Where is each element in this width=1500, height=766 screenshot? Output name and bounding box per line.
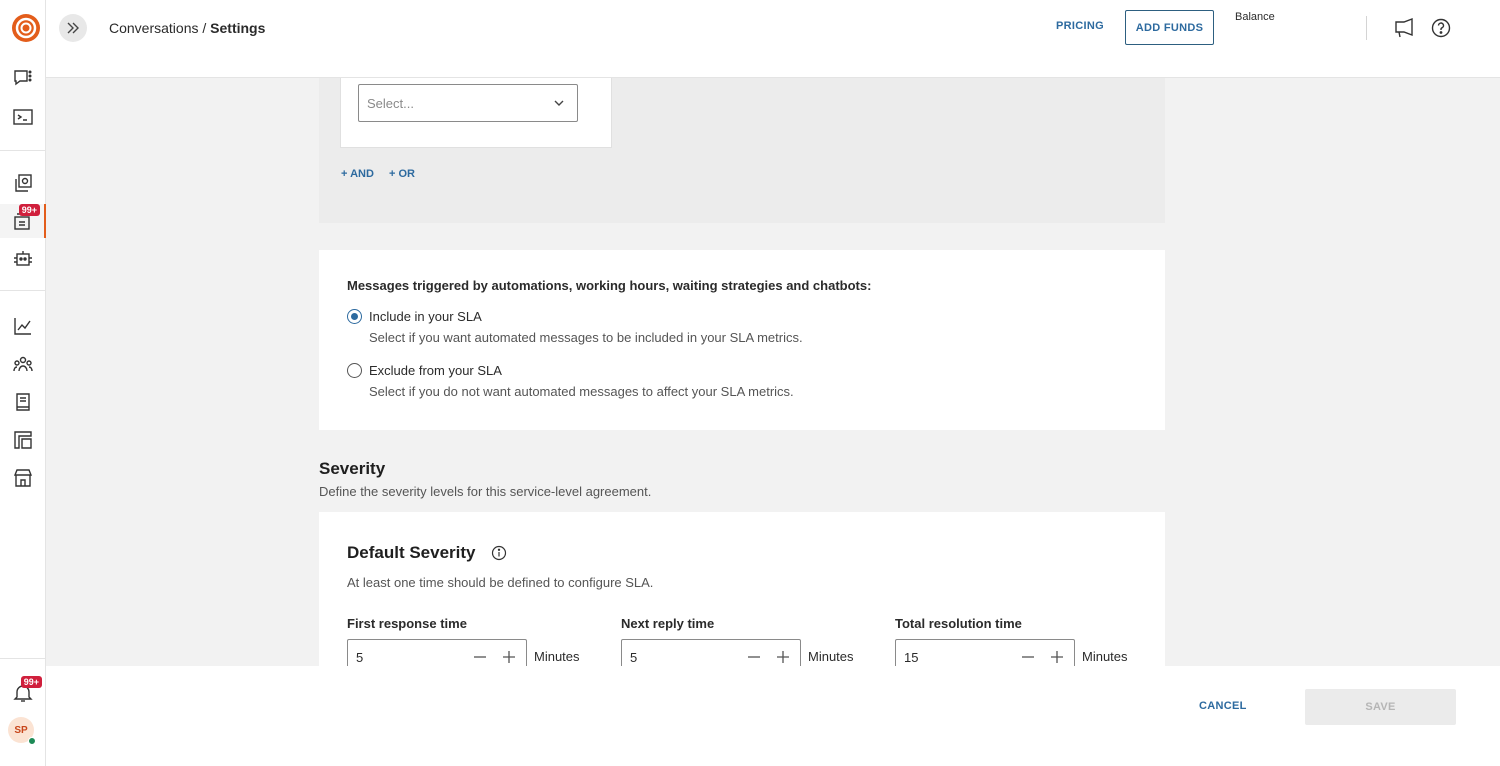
- rail-divider: [0, 290, 46, 291]
- nav-inbox-icon[interactable]: 99+: [0, 204, 46, 238]
- inbox-count-badge: 99+: [18, 204, 40, 216]
- rail-divider: [0, 150, 46, 151]
- next-reply-time-stepper[interactable]: 5: [621, 639, 801, 666]
- condition-value-select[interactable]: Select...: [358, 84, 578, 122]
- decrement-button[interactable]: [1018, 647, 1038, 666]
- footer-action-bar: CANCEL SAVE: [54, 666, 1500, 766]
- next-reply-time-value[interactable]: 5: [630, 650, 637, 665]
- nav-docs-icon[interactable]: [0, 385, 46, 419]
- include-in-sla-title[interactable]: Include in your SLA: [369, 309, 482, 324]
- nav-terminal-icon[interactable]: [0, 100, 46, 134]
- cancel-button[interactable]: CANCEL: [1199, 700, 1247, 712]
- breadcrumb-separator: /: [198, 20, 211, 36]
- save-button[interactable]: SAVE: [1305, 689, 1456, 725]
- default-severity-panel: Default Severity At least one time shoul…: [319, 512, 1165, 666]
- pricing-link[interactable]: PRICING: [1056, 20, 1104, 32]
- include-in-sla-radio[interactable]: [347, 309, 362, 324]
- add-and-condition-button[interactable]: + AND: [341, 168, 374, 180]
- double-chevron-right-icon: [67, 22, 79, 34]
- total-resolution-time-unit: Minutes: [1082, 649, 1128, 664]
- decrement-button[interactable]: [470, 647, 490, 666]
- info-icon[interactable]: [491, 545, 507, 561]
- total-resolution-time-value[interactable]: 15: [904, 650, 918, 665]
- minus-icon: [748, 656, 760, 658]
- left-nav-rail: 99+ 99+ SP: [0, 0, 46, 766]
- increment-button[interactable]: [773, 647, 793, 666]
- nav-store-icon[interactable]: [0, 461, 46, 495]
- chevron-down-icon: [554, 100, 564, 106]
- expand-sidebar-button[interactable]: [59, 14, 87, 42]
- announcements-megaphone-icon[interactable]: [1393, 17, 1415, 39]
- settings-content: Select... + AND + OR Messages triggered …: [46, 78, 1500, 666]
- minus-icon: [474, 656, 486, 658]
- user-avatar[interactable]: SP: [8, 717, 36, 745]
- top-bar: Conversations / Settings PRICING ADD FUN…: [46, 0, 1500, 78]
- exclude-from-sla-radio[interactable]: [347, 363, 362, 378]
- total-resolution-time-stepper[interactable]: 15: [895, 639, 1075, 666]
- app-logo-icon[interactable]: [11, 13, 41, 43]
- breadcrumb-current: Settings: [210, 20, 266, 36]
- include-in-sla-description: Select if you want automated messages to…: [369, 330, 803, 345]
- condition-card: Select...: [340, 78, 612, 148]
- nav-people-icon[interactable]: [0, 347, 46, 381]
- default-severity-description: At least one time should be defined to c…: [347, 575, 654, 590]
- increment-button[interactable]: [1047, 647, 1067, 666]
- select-placeholder: Select...: [367, 96, 414, 111]
- default-severity-heading: Default Severity: [347, 543, 476, 562]
- nav-bot-icon[interactable]: [0, 242, 46, 276]
- help-icon[interactable]: [1430, 17, 1452, 39]
- first-response-time-unit: Minutes: [534, 649, 580, 664]
- exclude-from-sla-description: Select if you do not want automated mess…: [369, 384, 794, 399]
- add-funds-button[interactable]: ADD FUNDS: [1125, 10, 1214, 45]
- plus-icon: [503, 651, 515, 663]
- increment-button[interactable]: [499, 647, 519, 666]
- exclude-from-sla-title[interactable]: Exclude from your SLA: [369, 363, 502, 378]
- notifications-count-badge: 99+: [20, 676, 42, 688]
- decrement-button[interactable]: [744, 647, 764, 666]
- conditions-panel: Select... + AND + OR: [319, 78, 1165, 223]
- next-reply-time-unit: Minutes: [808, 649, 854, 664]
- minus-icon: [1022, 656, 1034, 658]
- first-response-time-value[interactable]: 5: [356, 650, 363, 665]
- online-status-indicator: [28, 737, 36, 745]
- nav-analytics-icon[interactable]: [0, 309, 46, 343]
- severity-heading: Severity: [319, 459, 386, 478]
- nav-templates-icon[interactable]: [0, 166, 46, 200]
- breadcrumb-parent[interactable]: Conversations: [109, 20, 199, 36]
- automated-messages-panel: Messages triggered by automations, worki…: [319, 250, 1165, 430]
- balance-label: Balance: [1235, 11, 1275, 23]
- add-or-condition-button[interactable]: + OR: [389, 168, 415, 180]
- plus-icon: [777, 651, 789, 663]
- first-response-time-label: First response time: [347, 616, 467, 631]
- topbar-divider: [1366, 16, 1367, 40]
- nav-reports-icon[interactable]: [0, 423, 46, 457]
- notifications-bell-icon[interactable]: 99+: [0, 676, 46, 710]
- avatar-initials: SP: [14, 724, 28, 736]
- severity-description: Define the severity levels for this serv…: [319, 484, 652, 499]
- automated-messages-question: Messages triggered by automations, worki…: [347, 278, 872, 293]
- rail-divider: [0, 658, 46, 659]
- total-resolution-time-label: Total resolution time: [895, 616, 1022, 631]
- first-response-time-stepper[interactable]: 5: [347, 639, 527, 666]
- nav-conversations-icon[interactable]: [0, 61, 46, 95]
- breadcrumb: Conversations / Settings: [109, 20, 265, 36]
- next-reply-time-label: Next reply time: [621, 616, 715, 631]
- plus-icon: [1051, 651, 1063, 663]
